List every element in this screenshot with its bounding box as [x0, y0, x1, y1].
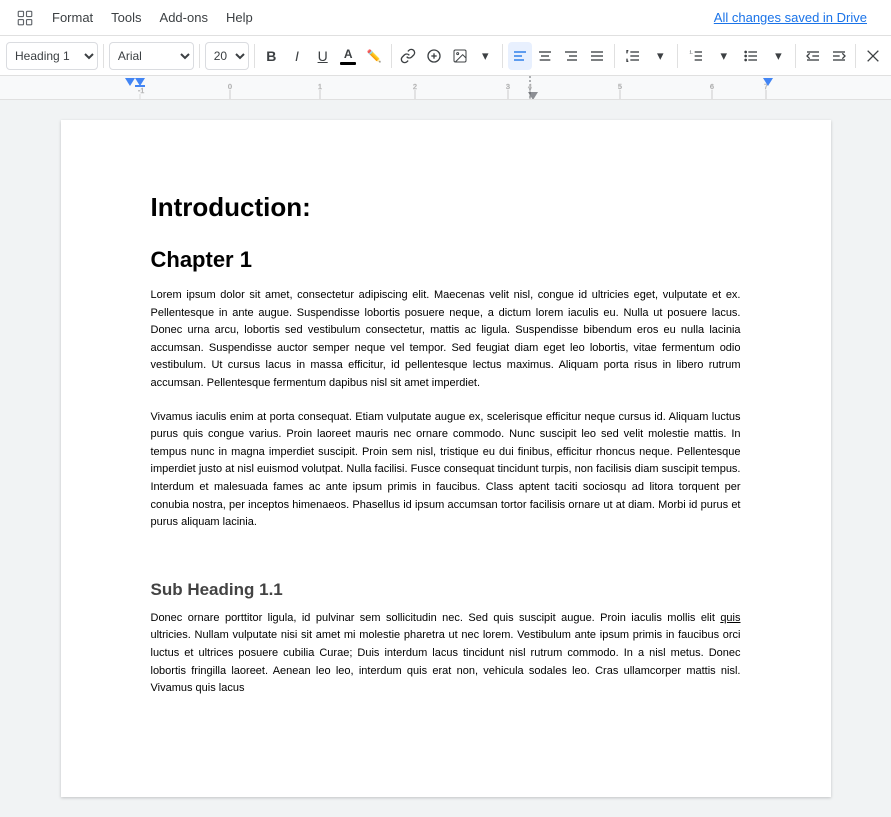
- paragraph-3-end: ultricies. Nullam vulputate nisi sit ame…: [151, 629, 741, 694]
- clear-formatting-button[interactable]: [861, 42, 885, 70]
- insert-icon: [426, 48, 442, 64]
- menu-item-format[interactable]: Format: [44, 6, 101, 29]
- increase-indent-icon: [831, 48, 847, 64]
- document-area[interactable]: Introduction: Chapter 1 Lorem ipsum dolo…: [0, 100, 891, 817]
- align-justify-icon: [589, 48, 605, 64]
- document-page: Introduction: Chapter 1 Lorem ipsum dolo…: [61, 120, 831, 797]
- align-right-icon: [563, 48, 579, 64]
- line-spacing-button[interactable]: [619, 42, 646, 70]
- align-left-button[interactable]: [508, 42, 532, 70]
- bulleted-list-dropdown[interactable]: ▾: [767, 42, 791, 70]
- align-justify-button[interactable]: [585, 42, 609, 70]
- clear-format-icon: [865, 48, 881, 64]
- menu-bar: Format Tools Add-ons Help All changes sa…: [0, 0, 891, 36]
- paragraph-3-start: Donec ornare porttitor ligula, id pulvin…: [151, 612, 721, 624]
- spacer: [151, 548, 741, 580]
- divider-2: [199, 44, 200, 68]
- svg-text:-1: -1: [138, 88, 144, 95]
- menu-item-help[interactable]: Help: [218, 6, 261, 29]
- divider-8: [795, 44, 796, 68]
- divider-7: [677, 44, 678, 68]
- menu-item-tools[interactable]: Tools: [103, 6, 149, 29]
- paragraph-3-underline: quis: [720, 612, 740, 624]
- text-color-bar: [340, 62, 356, 65]
- svg-text:0: 0: [228, 84, 232, 91]
- increase-indent-button[interactable]: [827, 42, 851, 70]
- image-icon: [452, 48, 468, 64]
- italic-button[interactable]: I: [285, 42, 309, 70]
- paragraph-3: Donec ornare porttitor ligula, id pulvin…: [151, 610, 741, 698]
- bulleted-list-icon: [743, 48, 759, 64]
- svg-text:5: 5: [618, 84, 622, 91]
- align-center-icon: [537, 48, 553, 64]
- numbered-list-icon: 1.: [688, 48, 704, 64]
- highlight-color-button[interactable]: ✏️: [362, 42, 386, 70]
- divider-1: [103, 44, 104, 68]
- menu-item-file[interactable]: [8, 5, 42, 31]
- paragraph-2: Vivamus iaculis enim at porta consequat.…: [151, 409, 741, 532]
- numbered-list-dropdown[interactable]: ▾: [712, 42, 736, 70]
- divider-6: [614, 44, 615, 68]
- saved-status: All changes saved in Drive: [706, 6, 875, 29]
- document-title: Introduction:: [151, 192, 741, 223]
- paragraph-1: Lorem ipsum dolor sit amet, consectetur …: [151, 287, 741, 393]
- align-center-button[interactable]: [534, 42, 558, 70]
- divider-9: [855, 44, 856, 68]
- insert-comment-button[interactable]: [422, 42, 446, 70]
- link-icon: [400, 48, 416, 64]
- decrease-indent-icon: [805, 48, 821, 64]
- svg-text:6: 6: [710, 84, 714, 91]
- insert-link-button[interactable]: [397, 42, 421, 70]
- ruler: -1 0 1 2 3 4 5 6 7: [0, 76, 891, 100]
- chapter1-heading: Chapter 1: [151, 247, 741, 273]
- insert-image-button[interactable]: [448, 42, 472, 70]
- svg-text:1: 1: [318, 84, 322, 91]
- toolbar: Heading 1 Normal text Heading 2 Heading …: [0, 36, 891, 76]
- underline-button[interactable]: U: [311, 42, 335, 70]
- font-size-select[interactable]: 8101214 161820 243648: [205, 42, 249, 70]
- heading-select[interactable]: Heading 1 Normal text Heading 2 Heading …: [6, 42, 98, 70]
- divider-3: [254, 44, 255, 68]
- text-color-button[interactable]: A: [336, 42, 360, 70]
- highlight-label: ✏️: [366, 49, 381, 63]
- divider-5: [502, 44, 503, 68]
- font-select[interactable]: Arial Times New Roman Verdana Georgia: [109, 42, 194, 70]
- divider-4: [391, 44, 392, 68]
- decrease-indent-button[interactable]: [801, 42, 825, 70]
- align-left-icon: [512, 48, 528, 64]
- svg-text:4: 4: [528, 84, 532, 91]
- svg-text:7: 7: [764, 84, 768, 91]
- align-right-button[interactable]: [559, 42, 583, 70]
- svg-text:2: 2: [413, 84, 417, 91]
- svg-text:1.: 1.: [690, 49, 694, 54]
- text-color-label: A: [344, 47, 353, 61]
- menu-item-addons[interactable]: Add-ons: [152, 6, 216, 29]
- line-spacing-icon: [625, 48, 641, 64]
- ruler-svg: -1 0 1 2 3 4 5 6 7: [0, 76, 891, 100]
- numbered-list-button[interactable]: 1.: [683, 42, 710, 70]
- image-dropdown-button[interactable]: ▾: [474, 42, 498, 70]
- svg-text:3: 3: [506, 84, 510, 91]
- bulleted-list-button[interactable]: [738, 42, 765, 70]
- bold-button[interactable]: B: [260, 42, 284, 70]
- subheading-1: Sub Heading 1.1: [151, 580, 741, 600]
- line-spacing-dropdown-button[interactable]: ▾: [648, 42, 672, 70]
